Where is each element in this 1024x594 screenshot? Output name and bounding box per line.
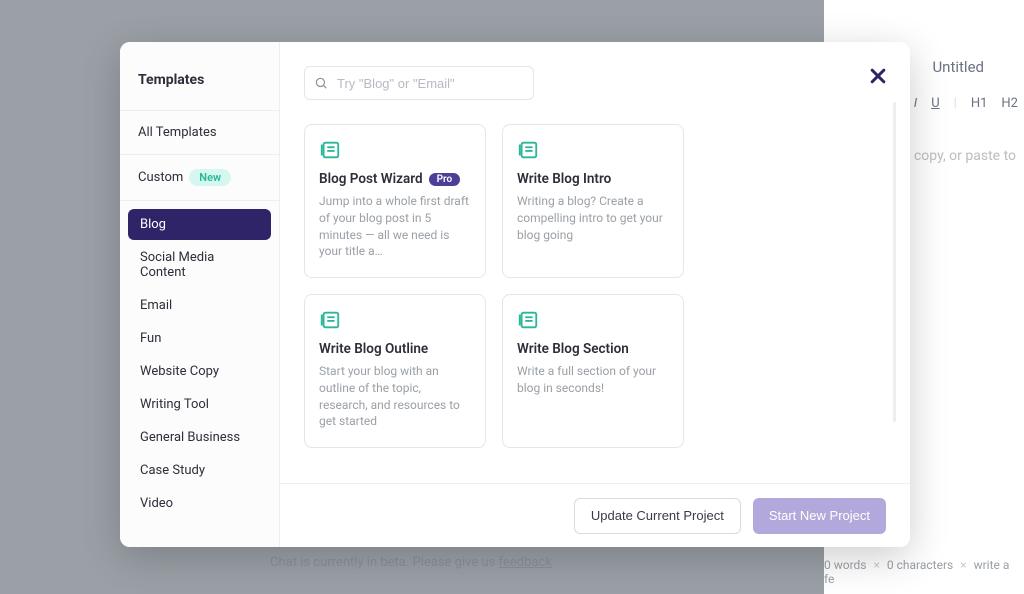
italic-icon[interactable]: I xyxy=(914,96,917,111)
template-icon xyxy=(517,309,669,331)
template-cards: Blog Post Wizard Pro Jump into a whole f… xyxy=(304,124,880,448)
card-desc: Jump into a whole first draft of your bl… xyxy=(319,193,471,260)
category-social[interactable]: Social Media Content xyxy=(128,242,271,288)
category-website[interactable]: Website Copy xyxy=(128,356,271,387)
templates-modal: Templates All Templates Custom New Blog … xyxy=(120,42,910,547)
template-icon xyxy=(517,139,669,161)
divider: | xyxy=(954,96,957,111)
search-icon xyxy=(314,76,328,90)
template-card[interactable]: Write Blog Outline Start your blog with … xyxy=(304,294,486,448)
sidebar-item-label: Custom xyxy=(138,170,183,185)
category-writing[interactable]: Writing Tool xyxy=(128,389,271,420)
card-desc: Write a full section of your blog in sec… xyxy=(517,363,669,397)
pro-badge: Pro xyxy=(429,173,461,186)
category-fun[interactable]: Fun xyxy=(128,323,271,354)
card-desc: Start your blog with an outline of the t… xyxy=(319,363,471,430)
search-wrap xyxy=(304,66,534,100)
sidebar-item-custom[interactable]: Custom New xyxy=(120,155,279,200)
word-count: 0 words xyxy=(824,558,867,572)
modal-main: Blog Post Wizard Pro Jump into a whole f… xyxy=(280,42,910,547)
doc-title: Untitled xyxy=(932,58,984,76)
sidebar-item-all[interactable]: All Templates xyxy=(120,111,279,155)
status-bar: 0 words × 0 characters × write a fe xyxy=(824,558,1016,586)
card-desc: Writing a blog? Create a compelling intr… xyxy=(517,193,669,243)
template-icon xyxy=(319,309,471,331)
category-business[interactable]: General Business xyxy=(128,422,271,453)
card-title: Write Blog Section xyxy=(517,341,629,357)
start-project-button[interactable]: Start New Project xyxy=(753,498,886,534)
template-card[interactable]: Write Blog Intro Writing a blog? Create … xyxy=(502,124,684,278)
update-project-button[interactable]: Update Current Project xyxy=(574,498,741,534)
card-title: Blog Post Wizard xyxy=(319,171,423,187)
category-email[interactable]: Email xyxy=(128,290,271,321)
category-case-study[interactable]: Case Study xyxy=(128,455,271,486)
scrollbar[interactable] xyxy=(893,102,896,422)
char-count: 0 characters xyxy=(887,558,953,572)
beta-note: Chat is currently in beta. Please give u… xyxy=(270,555,552,570)
search-input[interactable] xyxy=(304,66,534,100)
underline-icon[interactable]: U xyxy=(931,96,939,111)
category-list: Blog Social Media Content Email Fun Webs… xyxy=(120,201,279,529)
category-blog[interactable]: Blog xyxy=(128,209,271,240)
category-video[interactable]: Video xyxy=(128,488,271,519)
template-icon xyxy=(319,139,471,161)
close-button[interactable] xyxy=(868,66,888,86)
sidebar-item-label: All Templates xyxy=(138,125,217,140)
card-title: Write Blog Outline xyxy=(319,341,428,357)
h1-button[interactable]: H1 xyxy=(971,96,988,111)
editor-hint: g, copy, or paste to xyxy=(900,148,1016,164)
sidebar: Templates All Templates Custom New Blog … xyxy=(120,42,280,547)
feedback-link[interactable]: feedback xyxy=(499,555,552,570)
template-card[interactable]: Blog Post Wizard Pro Jump into a whole f… xyxy=(304,124,486,278)
new-badge: New xyxy=(189,169,231,186)
card-title: Write Blog Intro xyxy=(517,171,611,187)
modal-footer: Update Current Project Start New Project xyxy=(280,483,910,547)
sidebar-title: Templates xyxy=(120,66,279,110)
format-toolbar: I U | H1 H2 xyxy=(914,96,1024,111)
template-card[interactable]: Write Blog Section Write a full section … xyxy=(502,294,684,448)
h2-button[interactable]: H2 xyxy=(1001,96,1018,111)
